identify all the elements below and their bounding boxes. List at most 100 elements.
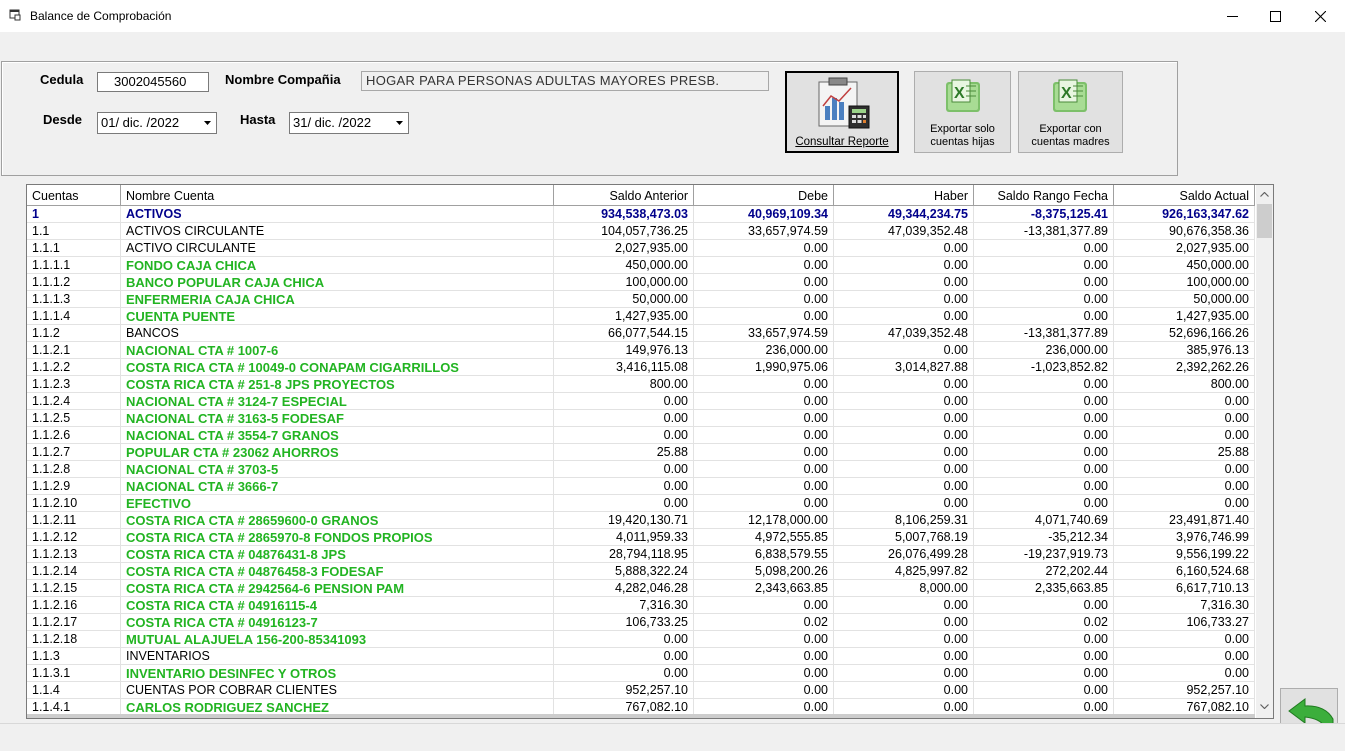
cell-saldo-actual[interactable]: 52,696,166.26 (1114, 325, 1255, 342)
cell-debe[interactable]: 0.00 (694, 393, 834, 410)
cell-saldo-actual[interactable]: 23,491,871.40 (1114, 512, 1255, 529)
cell-nombre-cuenta[interactable]: COSTA RICA CTA # 251-8 JPS PROYECTOS (121, 376, 554, 393)
cell-saldo-actual[interactable]: 90,676,358.36 (1114, 223, 1255, 240)
cell-saldo-actual[interactable]: 9,556,199.22 (1114, 546, 1255, 563)
cell-haber[interactable]: 0.00 (834, 291, 974, 308)
table-row[interactable]: 1.1.1.4 CUENTA PUENTE 1,427,935.00 0.00 0.00… (27, 308, 1255, 325)
cell-saldo-actual[interactable]: 2,392,262.26 (1114, 359, 1255, 376)
horizontal-scrollbar[interactable] (27, 714, 1255, 718)
cell-cuenta[interactable]: 1.1.2.12 (27, 529, 121, 546)
cell-debe[interactable]: 40,969,109.34 (694, 206, 834, 223)
cell-saldo-rango-fecha[interactable]: -13,381,377.89 (974, 325, 1114, 342)
cell-saldo-actual[interactable]: 1,427,935.00 (1114, 308, 1255, 325)
cell-saldo-actual[interactable]: 926,163,347.62 (1114, 206, 1255, 223)
cell-nombre-cuenta[interactable]: BANCO POPULAR CAJA CHICA (121, 274, 554, 291)
cell-haber[interactable]: 3,014,827.88 (834, 359, 974, 376)
table-row[interactable]: 1.1.2.17 COSTA RICA CTA # 04916123-7 106,7… (27, 614, 1255, 631)
cell-cuenta[interactable]: 1.1.2.8 (27, 461, 121, 478)
cell-saldo-anterior[interactable]: 28,794,118.95 (554, 546, 694, 563)
cell-debe[interactable]: 0.00 (694, 410, 834, 427)
cell-saldo-rango-fecha[interactable]: 236,000.00 (974, 342, 1114, 359)
cell-nombre-cuenta[interactable]: FONDO CAJA CHICA (121, 257, 554, 274)
cell-nombre-cuenta[interactable]: INVENTARIOS (121, 648, 554, 665)
cell-debe[interactable]: 0.00 (694, 461, 834, 478)
cell-cuenta[interactable]: 1.1.1.3 (27, 291, 121, 308)
cell-saldo-anterior[interactable]: 149,976.13 (554, 342, 694, 359)
cell-cuenta[interactable]: 1.1.2.2 (27, 359, 121, 376)
cell-debe[interactable]: 0.00 (694, 308, 834, 325)
cell-saldo-rango-fecha[interactable]: 0.00 (974, 444, 1114, 461)
table-row[interactable]: 1.1.2.12 COSTA RICA CTA # 2865970-8 FONDO… (27, 529, 1255, 546)
cell-cuenta[interactable]: 1.1.2.3 (27, 376, 121, 393)
cell-saldo-rango-fecha[interactable]: -35,212.34 (974, 529, 1114, 546)
cell-saldo-anterior[interactable]: 0.00 (554, 410, 694, 427)
cell-saldo-actual[interactable]: 50,000.00 (1114, 291, 1255, 308)
cell-saldo-actual[interactable]: 0.00 (1114, 393, 1255, 410)
cell-nombre-cuenta[interactable]: ENFERMERIA CAJA CHICA (121, 291, 554, 308)
cell-saldo-anterior[interactable]: 19,420,130.71 (554, 512, 694, 529)
cell-haber[interactable]: 0.00 (834, 342, 974, 359)
cell-debe[interactable]: 0.00 (694, 665, 834, 682)
table-row[interactable]: 1.1.3 INVENTARIOS 0.00 0.00 0.00 0.00 0.00 (27, 648, 1255, 665)
cell-haber[interactable]: 0.00 (834, 257, 974, 274)
cell-saldo-anterior[interactable]: 66,077,544.15 (554, 325, 694, 342)
cell-saldo-actual[interactable]: 7,316.30 (1114, 597, 1255, 614)
table-row[interactable]: 1.1.2.1 NACIONAL CTA # 1007-6 149,976.13 23… (27, 342, 1255, 359)
table-row[interactable]: 1.1.1.1 FONDO CAJA CHICA 450,000.00 0.00 0.0… (27, 257, 1255, 274)
cell-haber[interactable]: 26,076,499.28 (834, 546, 974, 563)
cell-cuenta[interactable]: 1.1.2.9 (27, 478, 121, 495)
table-row[interactable]: 1.1.4 CUENTAS POR COBRAR CLIENTES 952,257.… (27, 682, 1255, 699)
cell-nombre-cuenta[interactable]: NACIONAL CTA # 1007-6 (121, 342, 554, 359)
cell-cuenta[interactable]: 1.1.2.10 (27, 495, 121, 512)
table-row[interactable]: 1.1 ACTIVOS CIRCULANTE 104,057,736.25 33,65… (27, 223, 1255, 240)
cell-saldo-rango-fecha[interactable]: 272,202.44 (974, 563, 1114, 580)
cell-nombre-cuenta[interactable]: ACTIVO CIRCULANTE (121, 240, 554, 257)
cell-saldo-rango-fecha[interactable]: 0.00 (974, 427, 1114, 444)
cell-saldo-actual[interactable]: 450,000.00 (1114, 257, 1255, 274)
hasta-dropdown[interactable] (391, 114, 407, 132)
cell-cuenta[interactable]: 1.1.2.5 (27, 410, 121, 427)
table-row[interactable]: 1.1.2.9 NACIONAL CTA # 3666-7 0.00 0.00 0.00… (27, 478, 1255, 495)
cell-cuenta[interactable]: 1.1.2.13 (27, 546, 121, 563)
cell-haber[interactable]: 5,007,768.19 (834, 529, 974, 546)
cell-saldo-rango-fecha[interactable]: -19,237,919.73 (974, 546, 1114, 563)
table-row[interactable]: 1.1.2.7 POPULAR CTA # 23062 AHORROS 25.88 0… (27, 444, 1255, 461)
cell-saldo-rango-fecha[interactable]: -8,375,125.41 (974, 206, 1114, 223)
cell-haber[interactable]: 8,000.00 (834, 580, 974, 597)
cell-saldo-rango-fecha[interactable]: 0.00 (974, 495, 1114, 512)
cell-nombre-cuenta[interactable]: COSTA RICA CTA # 04916123-7 (121, 614, 554, 631)
header-nombre-cuenta[interactable]: Nombre Cuenta (121, 185, 554, 205)
cell-saldo-rango-fecha[interactable]: 0.00 (974, 257, 1114, 274)
cell-debe[interactable]: 1,990,975.06 (694, 359, 834, 376)
cell-saldo-actual[interactable]: 0.00 (1114, 631, 1255, 648)
cell-nombre-cuenta[interactable]: COSTA RICA CTA # 04916115-4 (121, 597, 554, 614)
table-row[interactable]: 1 ACTIVOS 934,538,473.03 40,969,109.34 49,34… (27, 206, 1255, 223)
vertical-scrollbar[interactable] (1256, 185, 1273, 718)
cell-cuenta[interactable]: 1.1.2 (27, 325, 121, 342)
cell-haber[interactable]: 0.00 (834, 274, 974, 291)
cell-saldo-anterior[interactable]: 800.00 (554, 376, 694, 393)
cell-cuenta[interactable]: 1.1.1.4 (27, 308, 121, 325)
cell-saldo-actual[interactable]: 3,976,746.99 (1114, 529, 1255, 546)
cell-saldo-rango-fecha[interactable]: 0.00 (974, 376, 1114, 393)
cell-saldo-anterior[interactable]: 3,416,115.08 (554, 359, 694, 376)
cell-saldo-actual[interactable]: 952,257.10 (1114, 682, 1255, 699)
cell-saldo-rango-fecha[interactable]: 0.00 (974, 665, 1114, 682)
cell-saldo-rango-fecha[interactable]: 0.00 (974, 597, 1114, 614)
cell-saldo-anterior[interactable]: 1,427,935.00 (554, 308, 694, 325)
cell-haber[interactable]: 0.00 (834, 427, 974, 444)
cell-saldo-actual[interactable]: 25.88 (1114, 444, 1255, 461)
cell-saldo-actual[interactable]: 106,733.27 (1114, 614, 1255, 631)
cell-debe[interactable]: 4,972,555.85 (694, 529, 834, 546)
cell-saldo-actual[interactable]: 6,617,710.13 (1114, 580, 1255, 597)
cell-haber[interactable]: 0.00 (834, 393, 974, 410)
cell-saldo-rango-fecha[interactable]: 2,335,663.85 (974, 580, 1114, 597)
cell-nombre-cuenta[interactable]: ACTIVOS (121, 206, 554, 223)
cell-cuenta[interactable]: 1.1.4 (27, 682, 121, 699)
cell-debe[interactable]: 12,178,000.00 (694, 512, 834, 529)
cell-cuenta[interactable]: 1.1.2.16 (27, 597, 121, 614)
consultar-reporte-button[interactable]: Consultar Reporte (785, 71, 899, 153)
cell-nombre-cuenta[interactable]: NACIONAL CTA # 3163-5 FODESAF (121, 410, 554, 427)
cell-debe[interactable]: 0.00 (694, 495, 834, 512)
balance-grid[interactable]: Cuentas Nombre Cuenta Saldo Anterior Deb… (26, 184, 1274, 719)
